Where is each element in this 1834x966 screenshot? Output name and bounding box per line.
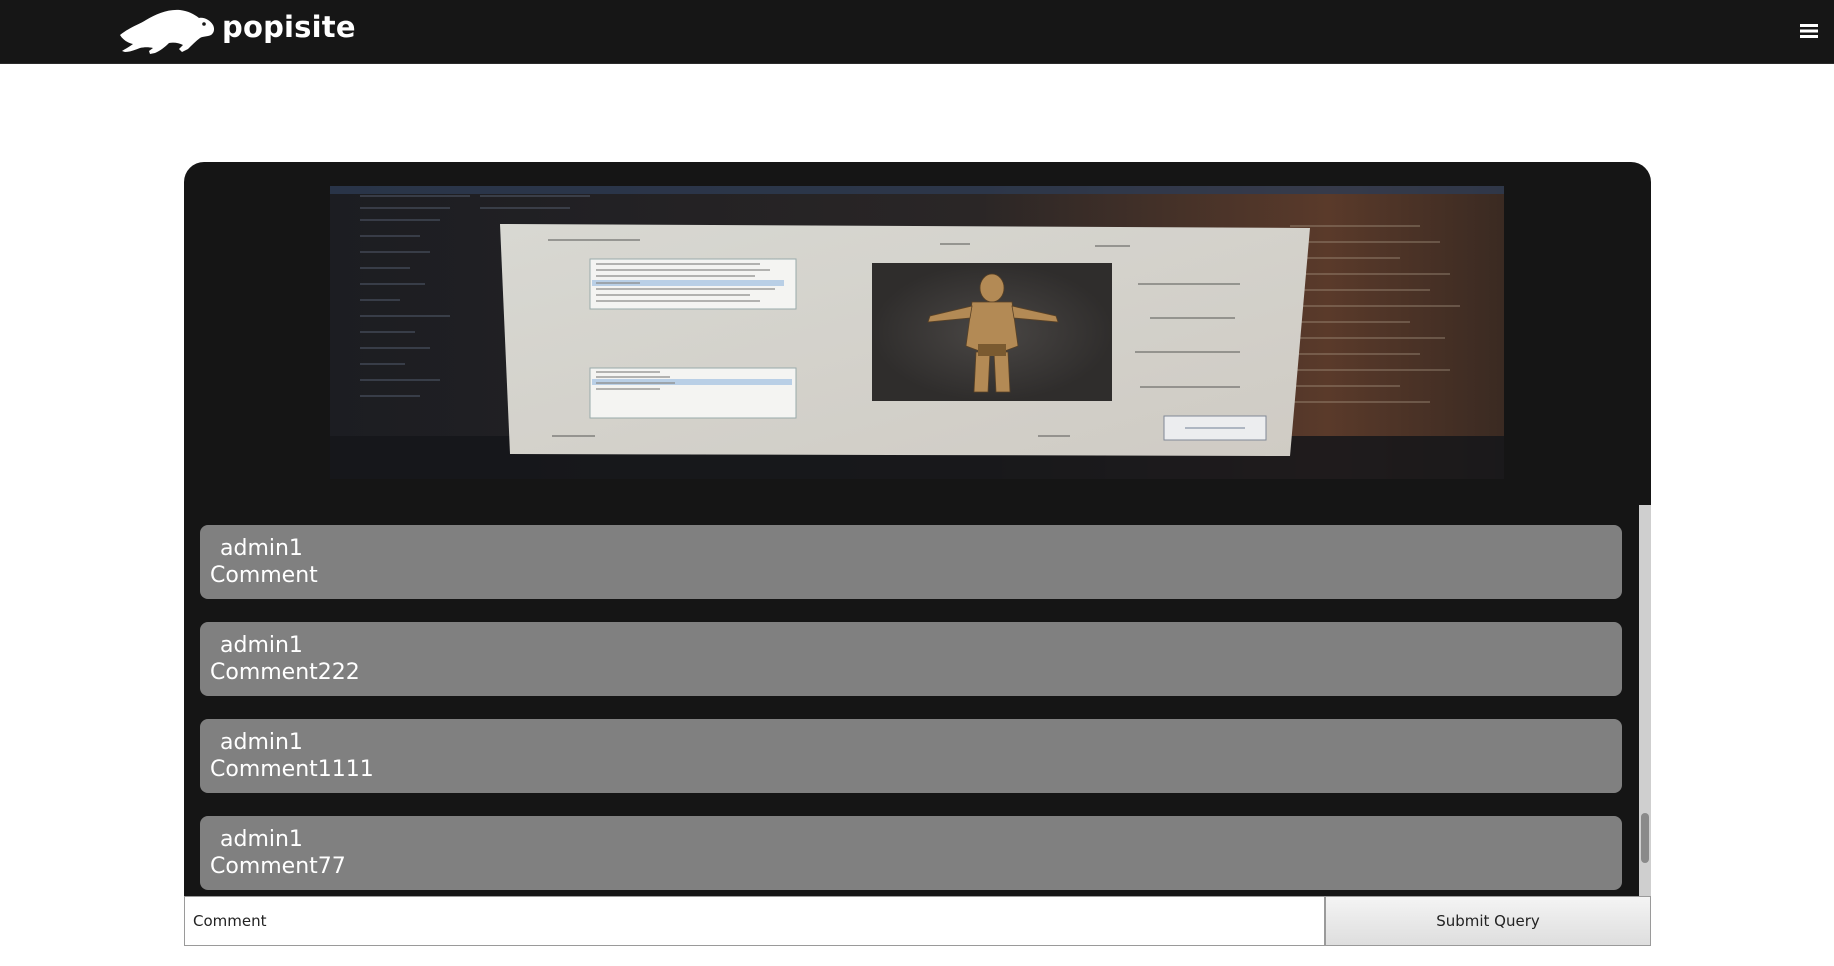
- comment-text: Comment222: [210, 660, 360, 685]
- comment-list: admin1 Comment admin1 Comment222 admin1 …: [200, 525, 1622, 896]
- post-image: [330, 186, 1504, 479]
- brand-link[interactable]: popisite: [116, 5, 356, 57]
- submit-query-button[interactable]: Submit Query: [1325, 896, 1651, 946]
- comment-author: admin1: [220, 827, 303, 852]
- post-panel: admin1 Comment admin1 Comment222 admin1 …: [184, 162, 1651, 896]
- comment-author: admin1: [220, 536, 303, 561]
- comment-form: Submit Query: [184, 896, 1651, 946]
- navbar: popisite: [0, 0, 1834, 64]
- comment-text: Comment: [210, 563, 318, 588]
- comment-text: Comment77: [210, 854, 346, 879]
- comments-scrollbar[interactable]: [1639, 505, 1651, 896]
- comment-input[interactable]: [184, 896, 1325, 946]
- comment-item: admin1 Comment77: [200, 816, 1622, 890]
- scrollbar-thumb[interactable]: [1641, 813, 1649, 863]
- comment-item: admin1 Comment222: [200, 622, 1622, 696]
- brand-name: popisite: [222, 10, 356, 44]
- comment-item: admin1 Comment: [200, 525, 1622, 599]
- hamburger-menu-icon[interactable]: [1796, 18, 1822, 44]
- comment-author: admin1: [220, 633, 303, 658]
- comment-author: admin1: [220, 730, 303, 755]
- comment-text: Comment1111: [210, 757, 374, 782]
- panther-icon: [120, 9, 215, 54]
- comment-item: admin1 Comment1111: [200, 719, 1622, 793]
